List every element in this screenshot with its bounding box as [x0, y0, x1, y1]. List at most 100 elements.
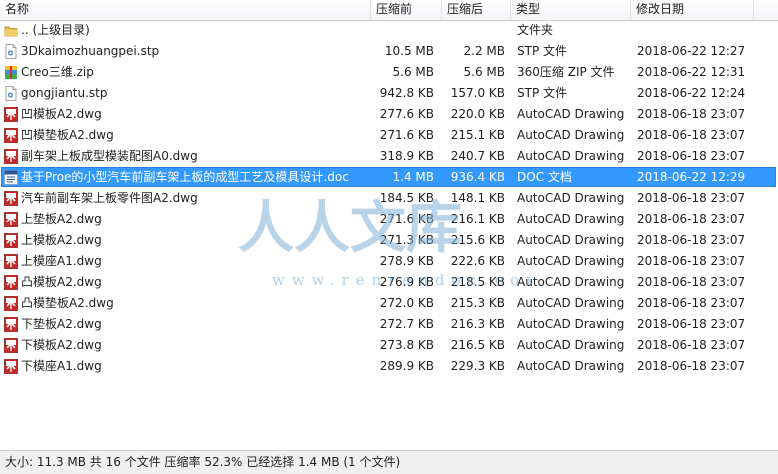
file-name: 基于Proe的小型汽车前副车架上板的成型工艺及模具设计.doc — [21, 170, 349, 184]
file-name: 下模板A2.dwg — [21, 338, 102, 352]
file-compressed-size: 1.4 MB — [392, 170, 434, 184]
file-original-size: 157.0 KB — [450, 86, 505, 100]
file-modified-date: 2018-06-18 23:07 — [637, 275, 746, 289]
file-modified-date: 2018-06-18 23:07 — [637, 359, 746, 373]
file-type: AutoCAD Drawing — [517, 149, 625, 163]
file-type: AutoCAD Drawing — [517, 107, 625, 121]
file-original-size: 220.0 KB — [450, 107, 505, 121]
file-name: gongjiantu.stp — [21, 86, 108, 100]
file-row[interactable]: .. (上级目录) 文件夹 — [0, 20, 778, 41]
file-type: AutoCAD Drawing — [517, 275, 625, 289]
dwg-file-icon — [4, 128, 18, 143]
file-name: 汽车前副车架上板零件图A2.dwg — [21, 191, 198, 205]
file-modified-date: 2018-06-18 23:07 — [637, 212, 746, 226]
file-row[interactable]: 凹模垫板A2.dwg 271.6 KB 215.1 KB AutoCAD Drawin… — [0, 125, 778, 146]
file-original-size: 2.2 MB — [463, 44, 505, 58]
file-compressed-size: 5.6 MB — [392, 65, 434, 79]
column-header-original[interactable]: 压缩后 — [442, 0, 511, 20]
file-modified-date: 2018-06-22 12:24 — [637, 86, 746, 100]
file-row[interactable]: 上模座A1.dwg 278.9 KB 222.6 KB AutoCAD Drawing… — [0, 251, 778, 272]
file-row[interactable]: 下垫板A2.dwg 272.7 KB 216.3 KB AutoCAD Drawing… — [0, 314, 778, 335]
status-bar: 大小: 11.3 MB 共 16 个文件 压缩率 52.3% 已经选择 1.4 … — [0, 450, 778, 474]
file-modified-date: 2018-06-22 12:27 — [637, 44, 746, 58]
file-type: AutoCAD Drawing — [517, 212, 625, 226]
file-row[interactable]: 凸模板A2.dwg 276.9 KB 218.5 KB AutoCAD Drawing… — [0, 272, 778, 293]
file-name: 下垫板A2.dwg — [21, 317, 102, 331]
file-compressed-size: 271.3 KB — [379, 233, 434, 247]
dwg-file-icon — [4, 338, 18, 353]
file-compressed-size: 271.6 KB — [379, 128, 434, 142]
file-original-size: 215.3 KB — [450, 296, 505, 310]
file-row[interactable]: 副车架上板成型模装配图A0.dwg 318.9 KB 240.7 KB AutoCAD… — [0, 146, 778, 167]
file-type: STP 文件 — [517, 86, 567, 100]
file-original-size: 240.7 KB — [450, 149, 505, 163]
file-name: 3Dkaimozhuangpei.stp — [21, 44, 160, 58]
file-type: AutoCAD Drawing — [517, 254, 625, 268]
file-row[interactable]: 上模板A2.dwg 271.3 KB 215.6 KB AutoCAD Drawing… — [0, 230, 778, 251]
file-modified-date: 2018-06-18 23:07 — [637, 338, 746, 352]
file-compressed-size: 272.0 KB — [379, 296, 434, 310]
file-name: 上模座A1.dwg — [21, 254, 102, 268]
file-modified-date: 2018-06-22 12:29 — [637, 170, 746, 184]
file-row[interactable]: 下模座A1.dwg 289.9 KB 229.3 KB AutoCAD Drawing… — [0, 356, 778, 377]
file-type: DOC 文档 — [517, 170, 572, 184]
file-original-size: 222.6 KB — [450, 254, 505, 268]
file-compressed-size: 271.6 KB — [379, 212, 434, 226]
stp-file-icon — [4, 44, 18, 59]
file-compressed-size: 278.9 KB — [379, 254, 434, 268]
file-name: .. (上级目录) — [21, 23, 90, 37]
zip-file-icon — [4, 65, 18, 80]
file-row[interactable]: 基于Proe的小型汽车前副车架上板的成型工艺及模具设计.doc 1.4 MB 936… — [0, 167, 778, 188]
file-name: 凸模垫板A2.dwg — [21, 296, 114, 310]
file-row[interactable]: gongjiantu.stp 942.8 KB 157.0 KB STP 文件 2018… — [0, 83, 778, 104]
file-modified-date: 2018-06-18 23:07 — [637, 233, 746, 247]
file-original-size: 148.1 KB — [450, 191, 505, 205]
dwg-file-icon — [4, 233, 18, 248]
file-row[interactable]: 凹模板A2.dwg 277.6 KB 220.0 KB AutoCAD Drawing… — [0, 104, 778, 125]
file-type: AutoCAD Drawing — [517, 191, 625, 205]
folder-icon — [4, 23, 18, 38]
file-modified-date: 2018-06-18 23:07 — [637, 254, 746, 268]
file-name: Creo三维.zip — [21, 65, 94, 79]
column-header-modified[interactable]: 修改日期 — [631, 0, 754, 20]
file-type: AutoCAD Drawing — [517, 317, 625, 331]
file-type: AutoCAD Drawing — [517, 128, 625, 142]
dwg-file-icon — [4, 296, 18, 311]
file-modified-date: 2018-06-18 23:07 — [637, 149, 746, 163]
file-compressed-size: 272.7 KB — [379, 317, 434, 331]
file-type: AutoCAD Drawing — [517, 338, 625, 352]
column-header-name[interactable]: 名称 — [0, 0, 371, 20]
file-type: AutoCAD Drawing — [517, 296, 625, 310]
file-row[interactable]: 凸模垫板A2.dwg 272.0 KB 215.3 KB AutoCAD Drawin… — [0, 293, 778, 314]
file-original-size: 216.5 KB — [450, 338, 505, 352]
file-row[interactable]: 3Dkaimozhuangpei.stp 10.5 MB 2.2 MB STP 文件 2… — [0, 41, 778, 62]
file-compressed-size: 289.9 KB — [379, 359, 434, 373]
file-original-size: 229.3 KB — [450, 359, 505, 373]
column-header-type[interactable]: 类型 — [511, 0, 631, 20]
file-original-size: 215.1 KB — [450, 128, 505, 142]
dwg-file-icon — [4, 254, 18, 269]
file-name: 凹模垫板A2.dwg — [21, 128, 114, 142]
file-modified-date: 2018-06-22 12:31 — [637, 65, 746, 79]
file-name: 上模板A2.dwg — [21, 233, 102, 247]
file-type: STP 文件 — [517, 44, 567, 58]
file-row[interactable]: 汽车前副车架上板零件图A2.dwg 184.5 KB 148.1 KB AutoCAD… — [0, 188, 778, 209]
file-row[interactable]: Creo三维.zip 5.6 MB 5.6 MB 360压缩 ZIP 文件 2018-0… — [0, 62, 778, 83]
file-compressed-size: 276.9 KB — [379, 275, 434, 289]
column-header-filler — [754, 0, 778, 20]
file-type: 文件夹 — [517, 23, 554, 37]
file-compressed-size: 273.8 KB — [379, 338, 434, 352]
file-original-size: 5.6 MB — [463, 65, 505, 79]
file-row[interactable]: 下模板A2.dwg 273.8 KB 216.5 KB AutoCAD Drawing… — [0, 335, 778, 356]
file-modified-date: 2018-06-18 23:07 — [637, 107, 746, 121]
file-original-size: 216.3 KB — [450, 317, 505, 331]
column-header-compressed[interactable]: 压缩前 — [371, 0, 442, 20]
file-modified-date: 2018-06-18 23:07 — [637, 317, 746, 331]
file-modified-date: 2018-06-18 23:07 — [637, 128, 746, 142]
file-original-size: 218.5 KB — [450, 275, 505, 289]
file-name: 凸模板A2.dwg — [21, 275, 102, 289]
file-compressed-size — [371, 20, 434, 41]
file-original-size: 216.1 KB — [450, 212, 505, 226]
file-compressed-size: 942.8 KB — [379, 86, 434, 100]
file-row[interactable]: 上垫板A2.dwg 271.6 KB 216.1 KB AutoCAD Drawing… — [0, 209, 778, 230]
